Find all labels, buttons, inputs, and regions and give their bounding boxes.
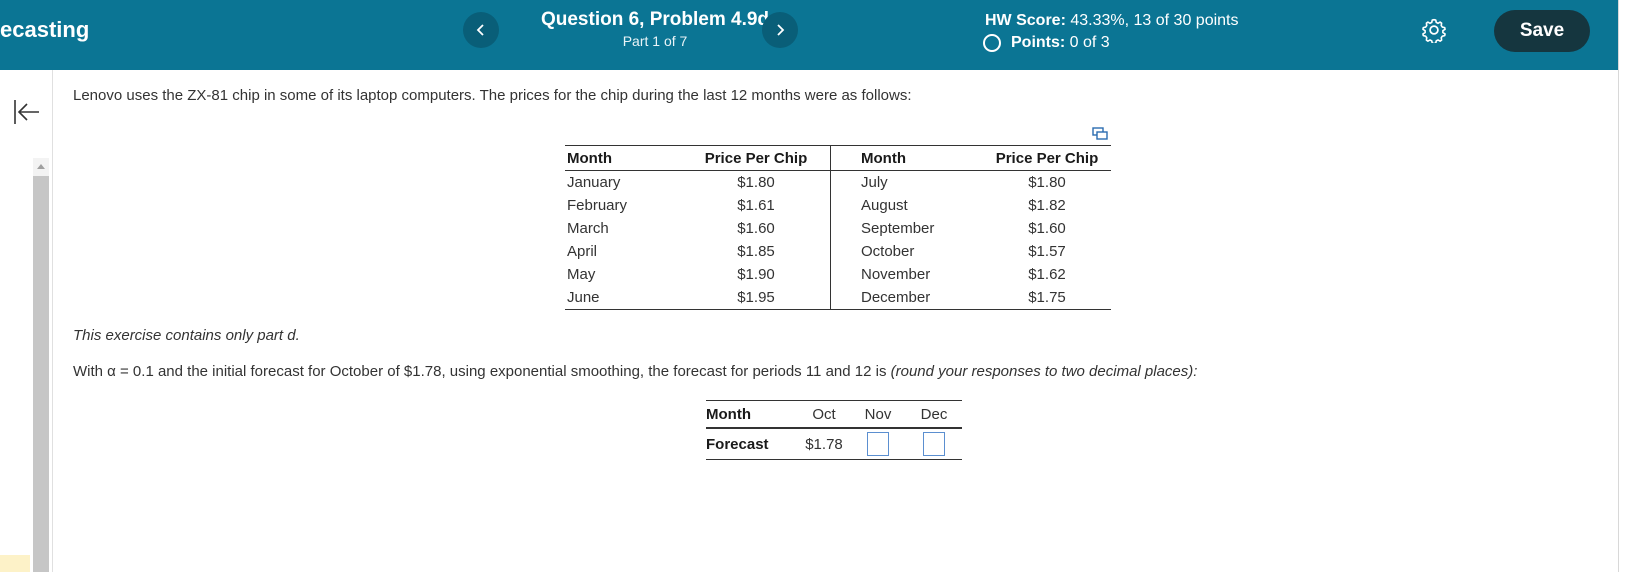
price-cell: $1.82 [1028, 197, 1066, 214]
month-cell: February [567, 197, 628, 214]
price-cell: $1.61 [682, 194, 831, 217]
forecast-dec-input[interactable] [923, 432, 945, 456]
month-cell: October [861, 243, 915, 260]
right-edge [1618, 0, 1632, 572]
month-cell: March [567, 220, 609, 237]
forecast-row: Forecast $1.78 [706, 428, 962, 460]
forecast-oct-value: $1.78 [798, 428, 850, 460]
table-row: January $1.80 July $1.80 [565, 170, 1111, 194]
month-cell: July [861, 174, 888, 191]
panel-divider [52, 70, 53, 572]
chevron-left-icon [476, 24, 484, 36]
copy-to-clipboard-icon[interactable] [1092, 127, 1108, 141]
price-cell: $1.60 [1028, 220, 1066, 237]
points-label: Points: [1011, 34, 1066, 51]
month-cell: April [567, 243, 598, 260]
question-title: Question 6, Problem 4.9d [540, 9, 770, 30]
hw-score-label: HW Score: [985, 12, 1066, 29]
scrollbar-thumb[interactable] [33, 176, 49, 572]
status-circle-icon [983, 34, 1001, 52]
forecast-dec-cell [906, 428, 962, 460]
header-price-1: Price Per Chip [682, 145, 831, 171]
chevron-right-icon [777, 24, 785, 36]
points-status: Points: 0 of 3 [983, 32, 1238, 54]
question-main: With α = 0.1 and the initial forecast fo… [73, 363, 891, 380]
price-cell: $1.57 [1028, 243, 1066, 260]
price-cell: $1.80 [682, 170, 831, 194]
month-cell: December [830, 286, 983, 310]
forecast-col-nov: Nov [850, 400, 906, 429]
table-row: May $1.90 November $1.62 [565, 263, 1111, 286]
question-header: Question 6, Problem 4.9d Part 1 of 7 [520, 9, 790, 51]
previous-question-button[interactable] [463, 12, 499, 48]
collapse-panel-icon[interactable] [12, 98, 42, 126]
price-cell: $1.60 [682, 217, 831, 240]
top-bar: ecasting Question 6, Problem 4.9d Part 1… [0, 0, 1618, 70]
hw-score-value: 43.33%, 13 of 30 points [1070, 12, 1239, 29]
price-cell: $1.90 [682, 263, 831, 286]
hw-score: HW Score: 43.33%, 13 of 30 points [985, 10, 1238, 32]
month-cell: June [565, 286, 682, 310]
forecast-label: Forecast [706, 428, 798, 460]
course-title: ecasting [0, 17, 90, 42]
table-row: April $1.85 October $1.57 [565, 240, 1111, 263]
score-block: HW Score: 43.33%, 13 of 30 points Points… [983, 10, 1238, 54]
exercise-note: This exercise contains only part d. [73, 327, 300, 344]
forecast-col-dec: Dec [906, 400, 962, 429]
header-month-1: Month [565, 145, 682, 171]
table-row: June $1.95 December $1.75 [565, 286, 1111, 310]
forecast-col-oct: Oct [798, 400, 850, 429]
question-hint: (round your responses to two decimal pla… [890, 363, 1198, 380]
month-cell: August [861, 197, 908, 214]
month-cell: May [567, 266, 596, 283]
forecast-nov-cell [850, 428, 906, 460]
problem-intro: Lenovo uses the ZX-81 chip in some of it… [73, 87, 912, 104]
price-cell: $1.85 [682, 240, 831, 263]
forecast-table: Month Oct Nov Dec Forecast $1.78 [706, 400, 962, 460]
status-corner [0, 555, 30, 572]
price-table: Month Price Per Chip Month Price Per Chi… [565, 145, 1111, 310]
save-button[interactable]: Save [1494, 10, 1590, 52]
gear-icon[interactable] [1421, 17, 1447, 43]
price-cell: $1.95 [682, 286, 831, 310]
price-cell: $1.75 [983, 286, 1111, 310]
price-cell: $1.62 [1028, 266, 1066, 283]
forecast-header-row: Month Oct Nov Dec [706, 400, 962, 429]
header-price-2: Price Per Chip [983, 145, 1111, 171]
price-table-header: Month Price Per Chip Month Price Per Chi… [565, 145, 1111, 171]
month-cell: January [567, 174, 621, 191]
table-row: March $1.60 September $1.60 [565, 217, 1111, 240]
month-cell: September [861, 220, 935, 237]
question-text: With α = 0.1 and the initial forecast fo… [73, 363, 1197, 380]
points-value: 0 of 3 [1069, 34, 1110, 51]
month-cell: November [861, 266, 931, 283]
table-row: February $1.61 August $1.82 [565, 194, 1111, 217]
scroll-up-arrow-icon[interactable] [33, 158, 49, 174]
next-question-button[interactable] [762, 12, 798, 48]
price-cell: $1.80 [1028, 174, 1066, 191]
forecast-month-label: Month [706, 400, 798, 429]
header-month-2: Month [830, 145, 983, 171]
question-part: Part 1 of 7 [622, 33, 688, 49]
forecast-nov-input[interactable] [867, 432, 889, 456]
